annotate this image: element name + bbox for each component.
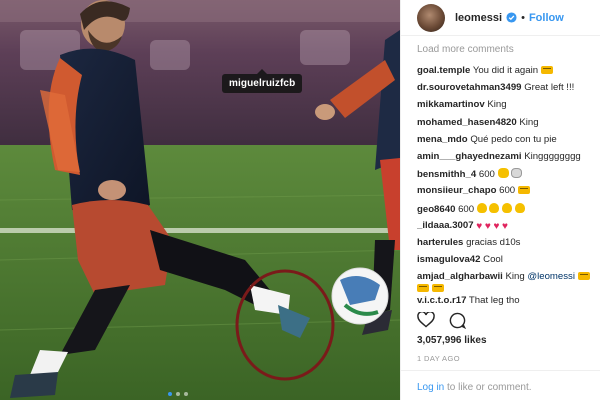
heart-icon: ♥ (502, 220, 508, 232)
pray-icon (502, 202, 513, 213)
comment-row: mohamed_hasen4820 King (417, 117, 597, 134)
instagram-post: miguelruizfcb leomessi • Follow Load mor… (0, 0, 600, 400)
comment-username[interactable]: harterules (417, 237, 463, 248)
comments-list: Load more comments goal.temple You did i… (417, 44, 597, 312)
comment-row: ismagulova42 Cool (417, 254, 597, 271)
heart-icon: ♥ (484, 220, 491, 232)
comment-row: monsiieur_chapo 600 (417, 185, 597, 202)
follow-button[interactable]: Follow (529, 12, 564, 24)
photo-tag[interactable]: miguelruizfcb (222, 69, 303, 93)
comment-row: bensmithh_4 600 (417, 168, 597, 185)
comment-text: Great left !!! (524, 82, 575, 94)
comment-row: amjad_algharbawii King @leomessi (417, 271, 597, 295)
comment-text: You did it again (472, 65, 539, 76)
pray-icon (489, 202, 500, 213)
comment-text: 600 (478, 169, 495, 181)
action-bar (417, 312, 466, 329)
goat-icon (511, 168, 523, 179)
comment-row: v.i.c.t.o.r17 That leg tho (417, 295, 597, 312)
crown-icon (417, 284, 429, 293)
header-separator: • (521, 11, 525, 24)
comment-row: geo8640 600 (417, 202, 597, 220)
comment-row: amin___ghayednezami Kingggggggg (417, 151, 597, 168)
comment-text: King (505, 271, 525, 283)
comment-text: gracias d10s (466, 236, 521, 248)
heart-icon: ♥ (493, 220, 500, 232)
post-header: leomessi • Follow (401, 0, 600, 36)
pray-icon (476, 202, 487, 213)
clap-icon (497, 168, 509, 179)
carousel-dot (168, 392, 172, 396)
login-prompt-text: to like or comment. (444, 382, 532, 393)
carousel-dot (176, 392, 180, 396)
comment-username[interactable]: mikkamartinov (417, 99, 485, 110)
comment-row: harterules gracias d10s (417, 237, 597, 254)
comment-username[interactable]: v.i.c.t.o.r17 (417, 295, 466, 306)
pitch-line (0, 228, 400, 233)
load-more-comments-link[interactable]: Load more comments (417, 44, 597, 58)
comment-username[interactable]: bensmithh_4 (417, 169, 476, 180)
carousel-dot (184, 392, 188, 396)
comment-row: mena_mdo Qué pedo con tu pie (417, 134, 597, 151)
crown-icon (431, 284, 444, 293)
comment-text: 600 (499, 185, 516, 197)
comment-username[interactable]: mena_mdo (417, 134, 468, 145)
comment-username[interactable]: geo8640 (417, 204, 455, 215)
post-timestamp[interactable]: 1 DAY AGO (417, 354, 460, 363)
login-link[interactable]: Log in (417, 382, 444, 393)
header-username[interactable]: leomessi (455, 12, 502, 24)
comment-text: Qué pedo con tu pie (470, 133, 557, 145)
comment-username[interactable]: mohamed_hasen4820 (417, 117, 517, 128)
comment-mention[interactable]: @leomessi (527, 271, 575, 282)
comment-bubble-icon[interactable] (449, 312, 466, 329)
heart-outline-icon[interactable] (417, 312, 435, 328)
like-count[interactable]: 3,057,996 likes (417, 335, 487, 346)
carousel-indicator (168, 392, 188, 396)
login-prompt: Log in to like or comment. (417, 382, 532, 393)
comment-row: goal.temple You did it again (417, 65, 597, 82)
comment-username[interactable]: _ildaaa.3007 (417, 220, 474, 231)
comment-text: Cool (483, 254, 503, 266)
football (331, 267, 389, 325)
comment-text: That leg tho (468, 295, 520, 307)
comment-username[interactable]: dr.sourovetahman3499 (417, 82, 522, 93)
verified-badge-icon (506, 12, 517, 23)
comment-username[interactable]: ismagulova42 (417, 254, 480, 265)
training-photo (0, 0, 400, 400)
crown-icon (577, 272, 590, 281)
divider (401, 370, 600, 371)
heart-icon: ♥ (476, 220, 483, 232)
comment-username[interactable]: goal.temple (417, 65, 470, 76)
post-sidebar: leomessi • Follow Load more comments goa… (400, 0, 600, 400)
post-photo[interactable]: miguelruizfcb (0, 0, 400, 400)
comment-text: Kingggggggg (524, 150, 581, 162)
comment-text: 600 (458, 203, 475, 215)
comment-username[interactable]: amjad_algharbawii (417, 271, 503, 282)
crown-icon (540, 66, 553, 74)
crown-icon (517, 186, 530, 195)
comment-row: _ildaaa.3007 ♥ ♥ ♥ ♥ (417, 220, 597, 237)
comment-row: dr.sourovetahman3499 Great left !!! (417, 82, 597, 99)
comment-text: King (487, 99, 507, 111)
avatar[interactable] (417, 3, 445, 32)
comment-username[interactable]: monsiieur_chapo (417, 185, 496, 196)
comment-username[interactable]: amin___ghayednezami (417, 151, 522, 162)
comment-row: mikkamartinov King (417, 99, 597, 116)
comment-text: King (519, 116, 539, 128)
pray-icon (514, 202, 525, 213)
